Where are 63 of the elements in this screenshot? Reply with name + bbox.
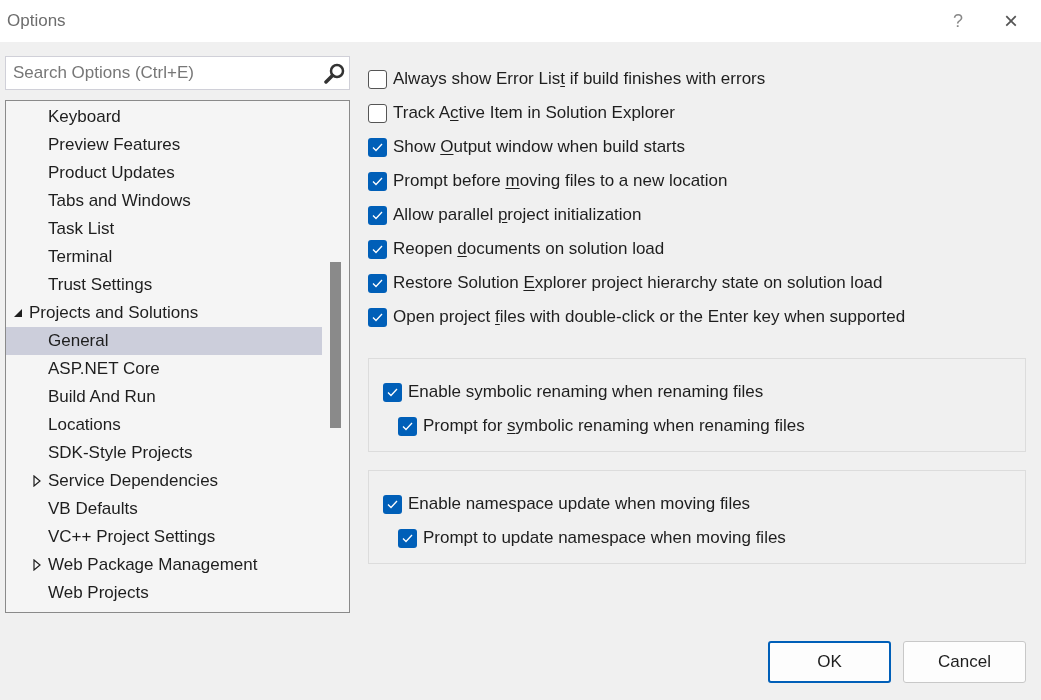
checkmark-icon: [372, 210, 383, 220]
checkbox[interactable]: [368, 239, 387, 259]
checkbox[interactable]: [368, 273, 387, 293]
tree-item[interactable]: VC++ Project Settings: [6, 523, 322, 551]
tree-item[interactable]: Keyboard: [6, 103, 322, 131]
tree-item[interactable]: SDK-Style Projects: [6, 439, 322, 467]
tree-item[interactable]: Service Dependencies: [6, 467, 322, 495]
option-label: Always show Error List if build finishes with errors: [393, 68, 766, 91]
checkbox[interactable]: [368, 137, 387, 157]
window-title: Options: [7, 10, 66, 33]
tree-item[interactable]: Build And Run: [6, 383, 322, 411]
checkmark-icon: [387, 387, 398, 397]
checkmark-icon: [372, 142, 383, 152]
checkmark-icon: [402, 421, 413, 431]
checkbox[interactable]: [383, 494, 402, 514]
expanded-arrow-icon[interactable]: [12, 307, 23, 319]
checkbox[interactable]: [368, 103, 387, 123]
tree-item[interactable]: VB Defaults: [6, 495, 322, 523]
option-label: Enable symbolic renaming when renaming files: [408, 381, 764, 404]
option-label: Allow parallel project initialization: [393, 204, 642, 227]
option-label: Open project files with double-click or the Enter key when supported: [393, 306, 906, 329]
checkmark-icon: [372, 312, 383, 322]
checkmark-icon: [372, 176, 383, 186]
checkbox[interactable]: [368, 205, 387, 225]
checkbox[interactable]: [368, 69, 387, 89]
search-icon[interactable]: [324, 62, 346, 84]
checkbox[interactable]: [368, 307, 387, 327]
cancel-button[interactable]: Cancel: [903, 641, 1026, 683]
tree-item[interactable]: Web Projects: [6, 579, 322, 607]
tree-item[interactable]: Locations: [6, 411, 322, 439]
search-field[interactable]: Search Options (Ctrl+E): [5, 56, 350, 90]
tree-item[interactable]: Projects and Solutions: [6, 299, 322, 327]
collapsed-arrow-icon[interactable]: [31, 559, 42, 571]
checkbox[interactable]: [368, 171, 387, 191]
option-label: Enable namespace update when moving files: [408, 493, 751, 516]
option-label: Restore Solution Explorer project hierarchy state on solution load: [393, 272, 883, 295]
option-label: Show Output window when build starts: [393, 136, 685, 159]
option-label: Prompt before moving files to a new location: [393, 170, 728, 193]
scrollbar-thumb[interactable]: [330, 262, 341, 428]
option-label: Track Active Item in Solution Explorer: [393, 102, 675, 125]
tree-item[interactable]: ASP.NET Core: [6, 355, 322, 383]
checkmark-icon: [402, 533, 413, 543]
ok-button[interactable]: OK: [768, 641, 891, 683]
tree-item[interactable]: Product Updates: [6, 159, 322, 187]
option-label: Prompt to update namespace when moving files: [423, 527, 786, 550]
checkmark-icon: [372, 244, 383, 254]
collapsed-arrow-icon[interactable]: [31, 475, 42, 487]
checkbox[interactable]: [383, 382, 402, 402]
tree-item[interactable]: Task List: [6, 215, 322, 243]
checkbox[interactable]: [398, 416, 417, 436]
option-label: Prompt for symbolic renaming when renaming files: [423, 415, 805, 438]
help-button[interactable]: ?: [935, 0, 981, 42]
tree-item[interactable]: Terminal: [6, 243, 322, 271]
checkbox[interactable]: [398, 528, 417, 548]
tree-item[interactable]: Trust Settings: [6, 271, 322, 299]
checkmark-icon: [372, 278, 383, 288]
option-label: Reopen documents on solution load: [393, 238, 665, 261]
tree-item[interactable]: Web Package Management: [6, 551, 322, 579]
tree-item[interactable]: General: [6, 327, 322, 355]
tree-item[interactable]: Tabs and Windows: [6, 187, 322, 215]
close-button[interactable]: ×: [981, 0, 1041, 42]
tree-item[interactable]: Preview Features: [6, 131, 322, 159]
checkmark-icon: [387, 499, 398, 509]
